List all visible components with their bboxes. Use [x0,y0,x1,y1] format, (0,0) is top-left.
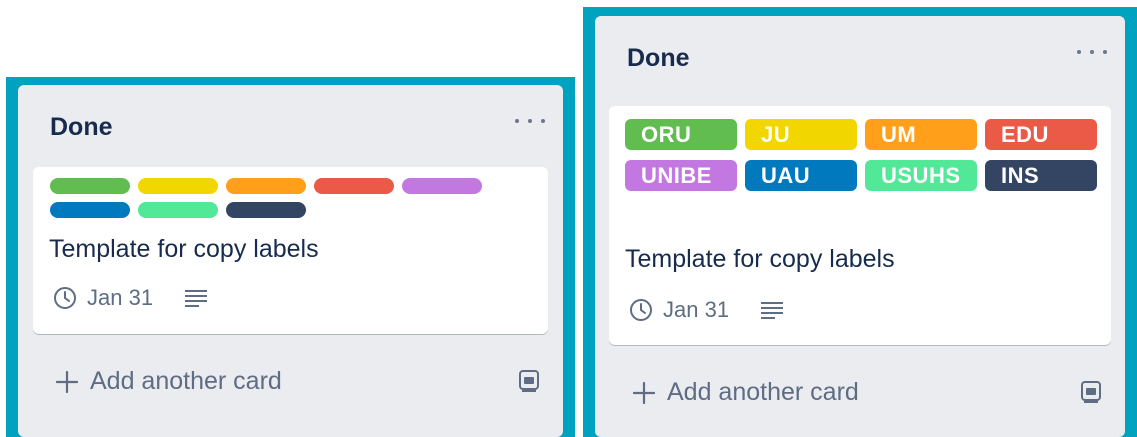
list-header[interactable]: Done [18,85,563,155]
card-badges: Jan 31 [629,297,784,323]
card[interactable]: Template for copy labels Jan 31 [33,167,548,334]
list-more-button[interactable] [515,111,545,131]
card-template-icon[interactable] [1079,380,1103,404]
label-oru[interactable]: ORU [625,119,737,150]
label-bar[interactable] [138,202,218,218]
label-bar[interactable] [50,202,130,218]
label-bar[interactable] [314,178,394,194]
description-icon [185,289,208,307]
add-card-label: Add another card [667,378,859,406]
label-ins[interactable]: INS [985,160,1097,191]
clock-icon [53,286,77,310]
label-unibe[interactable]: UNIBE [625,160,737,191]
add-card-button[interactable]: Add another card [633,378,859,407]
list-done-expanded: Done ORU JU UM EDU UNIBE UAU USUHS INS T… [595,16,1125,437]
plus-icon [56,370,78,393]
label-edu[interactable]: EDU [985,119,1097,150]
card-title: Template for copy labels [49,235,319,263]
due-date-text: Jan 31 [663,297,730,322]
label-ju[interactable]: JU [745,119,857,150]
list-done-collapsed: Done Template for copy labels Jan 31 Add… [18,85,563,437]
list-title[interactable]: Done [627,44,690,73]
card-template-icon[interactable] [517,369,541,393]
label-uau[interactable]: UAU [745,160,857,191]
label-bar[interactable] [138,178,218,194]
add-card-button[interactable]: Add another card [56,367,282,396]
due-date-text: Jan 31 [87,285,154,310]
label-um[interactable]: UM [865,119,977,150]
description-icon [761,301,784,319]
list-header[interactable]: Done [595,16,1125,86]
label-bar[interactable] [226,178,306,194]
list-title[interactable]: Done [50,113,113,142]
more-horizontal-icon [1077,50,1081,54]
due-date-badge[interactable]: Jan 31 [53,285,153,311]
add-card-label: Add another card [90,367,282,395]
selection-frame-right: Done ORU JU UM EDU UNIBE UAU USUHS INS T… [583,7,1137,437]
card-badges: Jan 31 [53,285,208,311]
plus-icon [633,381,655,404]
label-bar[interactable] [402,178,482,194]
list-more-button[interactable] [1077,42,1107,62]
card-labels-expanded: ORU JU UM EDU UNIBE UAU USUHS INS [625,119,1105,191]
more-horizontal-icon [515,119,519,123]
card-title: Template for copy labels [625,245,895,273]
due-date-badge[interactable]: Jan 31 [629,297,729,323]
clock-icon [629,298,653,322]
label-bar[interactable] [50,178,130,194]
label-bar[interactable] [226,202,306,218]
card-labels-collapsed [50,178,490,218]
label-usuhs[interactable]: USUHS [865,160,977,191]
card[interactable]: ORU JU UM EDU UNIBE UAU USUHS INS Templa… [609,106,1111,345]
selection-frame-left: Done Template for copy labels Jan 31 Add… [6,77,575,437]
